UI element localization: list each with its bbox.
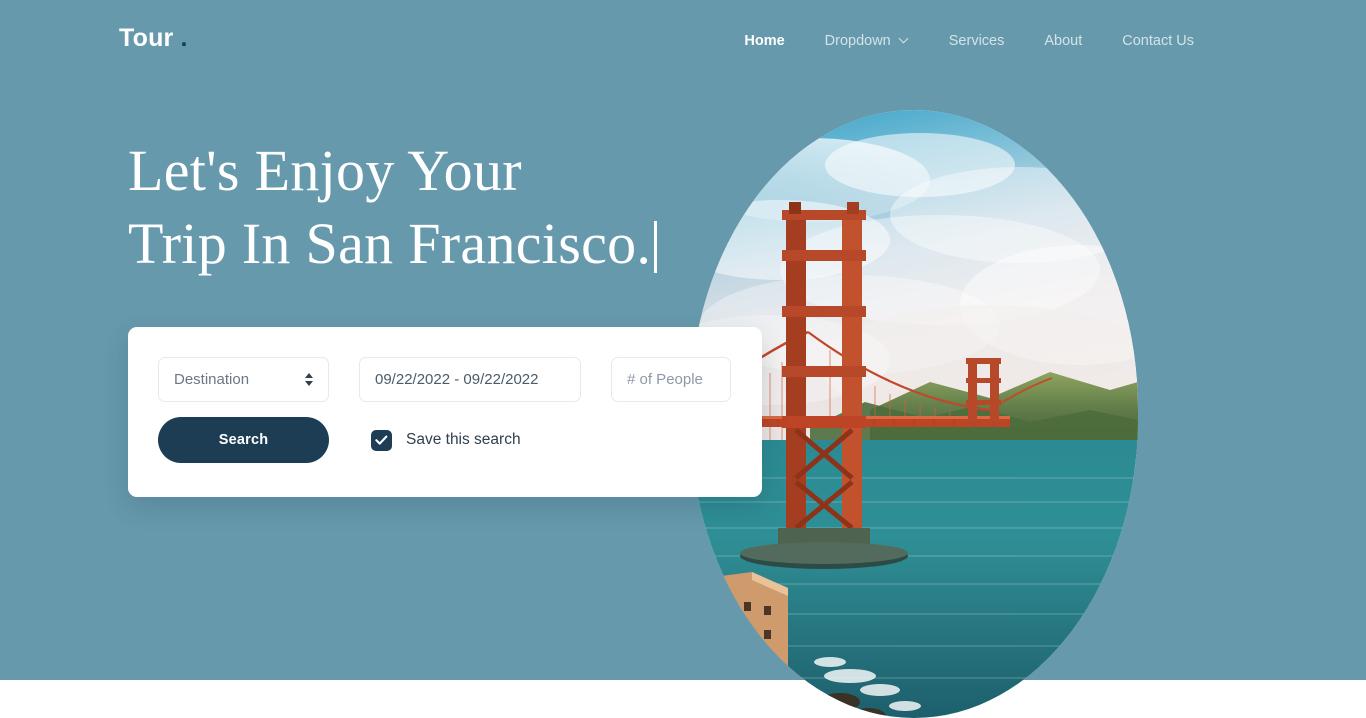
chevron-down-icon bbox=[900, 35, 909, 44]
search-button[interactable]: Search bbox=[158, 417, 329, 463]
nav-item-home[interactable]: Home bbox=[724, 31, 804, 51]
search-field-row: Destination 09/22/2022 - 09/22/2022 # of… bbox=[158, 357, 731, 402]
navbar: Tour. Home Dropdown Services About Conta… bbox=[0, 0, 1366, 82]
save-search-checkbox[interactable] bbox=[371, 429, 392, 451]
page-root: Tour. Home Dropdown Services About Conta… bbox=[0, 0, 1366, 718]
nav-links: Home Dropdown Services About Contact Us bbox=[724, 31, 1214, 51]
stepper-updown-icon bbox=[305, 373, 313, 386]
nav-item-about[interactable]: About bbox=[1024, 31, 1102, 51]
destination-select-value: Destination bbox=[174, 371, 250, 388]
hero-headline-line-2: Trip In San Francisco. bbox=[128, 211, 652, 276]
hero-headline-line-1: Let's Enjoy Your bbox=[128, 138, 522, 203]
search-card: Destination 09/22/2022 - 09/22/2022 # of… bbox=[128, 327, 762, 497]
search-action-row: Search Save this search bbox=[158, 417, 521, 463]
save-search-label: Save this search bbox=[406, 431, 521, 448]
nav-item-about-label: About bbox=[1044, 33, 1083, 49]
people-count-placeholder: # of People bbox=[627, 371, 703, 388]
save-this-search-row[interactable]: Save this search bbox=[371, 429, 521, 451]
check-icon bbox=[375, 435, 388, 445]
hero-headline: Let's Enjoy Your Trip In San Francisco. bbox=[128, 134, 720, 351]
hero-headline-line-2-wrap: Trip In San Francisco. bbox=[128, 207, 720, 351]
people-count-input[interactable]: # of People bbox=[611, 357, 731, 402]
date-range-value: 09/22/2022 - 09/22/2022 bbox=[375, 371, 539, 388]
nav-item-services[interactable]: Services bbox=[929, 31, 1025, 51]
brand-name: Tour bbox=[119, 24, 174, 52]
brand-logo[interactable]: Tour. bbox=[119, 24, 188, 53]
typing-caret bbox=[654, 221, 658, 273]
destination-select[interactable]: Destination bbox=[158, 357, 329, 402]
nav-item-dropdown-label: Dropdown bbox=[824, 33, 891, 49]
nav-item-contact-us[interactable]: Contact Us bbox=[1102, 31, 1214, 51]
nav-item-home-label: Home bbox=[744, 33, 785, 49]
date-range-input[interactable]: 09/22/2022 - 09/22/2022 bbox=[359, 357, 581, 402]
nav-item-contact-us-label: Contact Us bbox=[1122, 33, 1194, 49]
nav-item-dropdown[interactable]: Dropdown bbox=[805, 31, 929, 51]
brand-dot: . bbox=[180, 24, 188, 52]
nav-item-services-label: Services bbox=[948, 33, 1005, 49]
